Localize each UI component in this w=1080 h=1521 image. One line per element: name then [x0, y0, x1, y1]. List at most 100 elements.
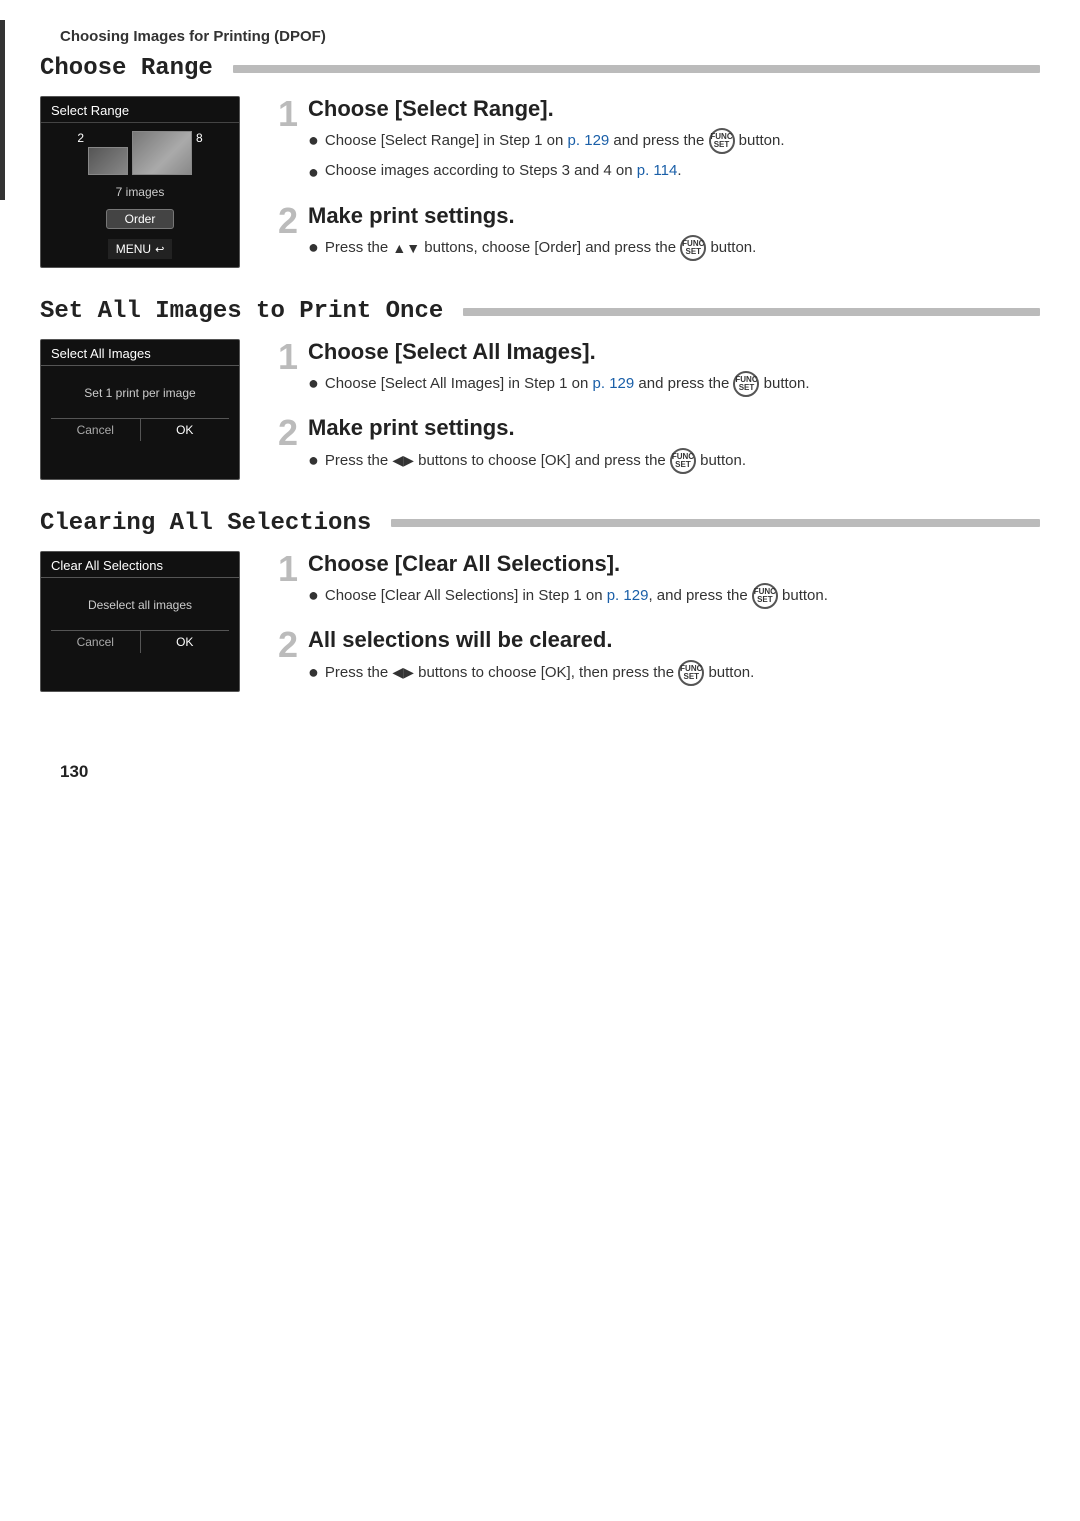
bullet-text: Choose [Select All Images] in Step 1 on … [325, 371, 810, 397]
step-title-1-2: Make print settings. [308, 203, 1040, 229]
step-content-3-1: Choose [Clear All Selections]. ● Choose … [308, 551, 1040, 615]
bullet-text: Press the ◀▶ buttons to choose [OK] and … [325, 448, 746, 474]
dialog-cancel-2: Cancel [51, 419, 141, 441]
bullet-dot: ● [308, 449, 319, 472]
bullet-dot: ● [308, 161, 319, 184]
step-number-2-1: 1 [270, 339, 298, 375]
section-body-2: Select All Images Set 1 print per image … [40, 339, 1040, 480]
screen-menu-bar-1: MENU ↩ [108, 239, 173, 259]
dialog-ok-3: OK [141, 631, 230, 653]
bullet-text: Choose [Select Range] in Step 1 on p. 12… [325, 128, 785, 154]
step-content-3-2: All selections will be cleared. ● Press … [308, 627, 1040, 691]
section-title-bar-3: Clearing All Selections [40, 510, 1040, 537]
step-title-3-1: Choose [Clear All Selections]. [308, 551, 1040, 577]
section-title-3: Clearing All Selections [40, 510, 383, 537]
page-header: Choosing Images for Printing (DPOF) [0, 0, 1080, 45]
section-choose-range: Choose Range Select Range 2 8 7 images [0, 55, 1080, 268]
screen-header-1: Select Range [41, 97, 239, 123]
bullet-list-1-1: ● Choose [Select Range] in Step 1 on p. … [308, 128, 1040, 184]
page-number: 130 [60, 762, 88, 781]
section-set-all-images: Set All Images to Print Once Select All … [0, 298, 1080, 480]
screen-clear-all: Clear All Selections Deselect all images… [40, 551, 240, 692]
section-title-line-1 [233, 65, 1040, 73]
bullet-item: ● Choose [Select Range] in Step 1 on p. … [308, 128, 1040, 154]
step-2-1: 1 Choose [Select All Images]. ● Choose [… [270, 339, 1040, 403]
bullet-item: ● Press the ▲▼ buttons, choose [Order] a… [308, 235, 1040, 261]
screen-img-large [132, 131, 192, 175]
bullet-text: Choose [Clear All Selections] in Step 1 … [325, 583, 828, 609]
bullet-text: Choose images according to Steps 3 and 4… [325, 160, 682, 183]
func-set-icon-6: FUNCSET [678, 660, 704, 686]
link-p129-3[interactable]: p. 129 [607, 587, 649, 604]
step-content-1-2: Make print settings. ● Press the ▲▼ butt… [308, 203, 1040, 267]
bullet-list-1-2: ● Press the ▲▼ buttons, choose [Order] a… [308, 235, 1040, 261]
bullet-text: Press the ▲▼ buttons, choose [Order] and… [325, 235, 756, 261]
bullet-dot: ● [308, 372, 319, 395]
step-number-3-1: 1 [270, 551, 298, 587]
section-title-line-3 [391, 519, 1040, 527]
bullet-item: ● Choose [Clear All Selections] in Step … [308, 583, 1040, 609]
screen-num-right: 8 [196, 131, 203, 145]
header-text: Choosing Images for Printing (DPOF) [60, 28, 326, 45]
func-set-icon-3: FUNCSET [733, 371, 759, 397]
section-title-2: Set All Images to Print Once [40, 298, 455, 325]
step-3-1: 1 Choose [Clear All Selections]. ● Choos… [270, 551, 1040, 615]
dialog-footer-2: Cancel OK [51, 418, 229, 441]
dialog-ok-2: OK [141, 419, 230, 441]
bullet-item: ● Press the ◀▶ buttons to choose [OK], t… [308, 660, 1040, 686]
bullet-dot: ● [308, 661, 319, 684]
link-p114[interactable]: p. 114 [637, 162, 678, 179]
step-number-2-2: 2 [270, 415, 298, 451]
section-body-1: Select Range 2 8 7 images Order MENU [40, 96, 1040, 268]
step-content-2-1: Choose [Select All Images]. ● Choose [Se… [308, 339, 1040, 403]
screen-num-left: 2 [77, 131, 84, 145]
section-body-3: Clear All Selections Deselect all images… [40, 551, 1040, 692]
bullet-list-2-1: ● Choose [Select All Images] in Step 1 o… [308, 371, 1040, 397]
screen-images-row: 2 8 [77, 131, 202, 175]
func-set-icon-2: FUNCSET [680, 235, 706, 261]
step-title-1-1: Choose [Select Range]. [308, 96, 1040, 122]
screen-choose-range: Select Range 2 8 7 images Order MENU [40, 96, 240, 268]
steps-content-2: 1 Choose [Select All Images]. ● Choose [… [270, 339, 1040, 480]
dialog-footer-3: Cancel OK [51, 630, 229, 653]
bullet-item: ● Choose images according to Steps 3 and… [308, 160, 1040, 184]
func-set-icon-5: FUNCSET [752, 583, 778, 609]
section-title-1: Choose Range [40, 55, 225, 82]
steps-content-3: 1 Choose [Clear All Selections]. ● Choos… [270, 551, 1040, 692]
step-title-2-2: Make print settings. [308, 415, 1040, 441]
steps-content-1: 1 Choose [Select Range]. ● Choose [Selec… [270, 96, 1040, 268]
arrow-leftright-icon-2: ◀▶ [392, 662, 414, 683]
link-p129-1[interactable]: p. 129 [568, 132, 610, 149]
bullet-dot: ● [308, 584, 319, 607]
section-title-bar-2: Set All Images to Print Once [40, 298, 1040, 325]
step-3-2: 2 All selections will be cleared. ● Pres… [270, 627, 1040, 691]
bullet-list-3-1: ● Choose [Clear All Selections] in Step … [308, 583, 1040, 609]
screen-button-row-1: Order [106, 209, 175, 229]
step-number-1-1: 1 [270, 96, 298, 132]
screen-order-button: Order [106, 209, 175, 229]
bullet-list-3-2: ● Press the ◀▶ buttons to choose [OK], t… [308, 660, 1040, 686]
arrow-updown-icon: ▲▼ [392, 238, 420, 259]
section-title-line-2 [463, 308, 1040, 316]
link-p129-2[interactable]: p. 129 [593, 375, 635, 392]
dialog-label-2: Set 1 print per image [84, 386, 195, 400]
menu-arrow-icon: ↩ [155, 243, 164, 256]
step-title-2-1: Choose [Select All Images]. [308, 339, 1040, 365]
dialog-header-2: Select All Images [41, 340, 239, 366]
bullet-dot: ● [308, 236, 319, 259]
section-clearing-all: Clearing All Selections Clear All Select… [0, 510, 1080, 692]
step-2-2: 2 Make print settings. ● Press the ◀▶ bu… [270, 415, 1040, 479]
arrow-leftright-icon-1: ◀▶ [392, 450, 414, 471]
menu-text-1: MENU [116, 242, 151, 256]
screen-select-all: Select All Images Set 1 print per image … [40, 339, 240, 480]
screen-img-small-1 [88, 147, 128, 175]
bullet-dot: ● [308, 129, 319, 152]
bullet-item: ● Press the ◀▶ buttons to choose [OK] an… [308, 448, 1040, 474]
func-set-icon: FUNCSET [709, 128, 735, 154]
bullet-list-2-2: ● Press the ◀▶ buttons to choose [OK] an… [308, 448, 1040, 474]
dialog-cancel-3: Cancel [51, 631, 141, 653]
step-number-3-2: 2 [270, 627, 298, 663]
screen-label-1: 7 images [116, 185, 165, 199]
bullet-text: Press the ◀▶ buttons to choose [OK], the… [325, 660, 754, 686]
step-content-2-2: Make print settings. ● Press the ◀▶ butt… [308, 415, 1040, 479]
